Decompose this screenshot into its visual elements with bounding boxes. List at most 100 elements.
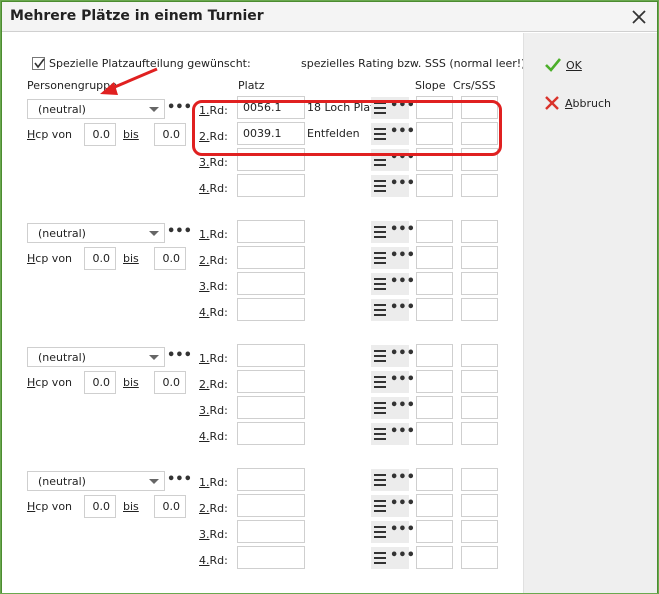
- round-label: 4.Rd:: [199, 554, 228, 567]
- crs-sss-input[interactable]: [461, 272, 498, 295]
- platz-code-input[interactable]: [237, 246, 305, 269]
- round-number: 4.: [199, 430, 210, 443]
- platz-menu-button[interactable]: •••: [371, 495, 415, 517]
- round-label-text: Rd:: [209, 306, 228, 319]
- chevron-down-icon: [149, 479, 159, 484]
- round-number: 3.: [199, 528, 210, 541]
- platz-menu-button[interactable]: •••: [371, 521, 415, 543]
- crs-sss-input[interactable]: [461, 174, 498, 197]
- personengruppe-select[interactable]: (neutral): [27, 223, 165, 243]
- round-label-text: Rd:: [209, 156, 228, 169]
- slope-input[interactable]: [416, 396, 453, 419]
- platz-menu-button[interactable]: •••: [371, 273, 415, 295]
- personengruppe-more-button[interactable]: •••: [167, 347, 192, 367]
- personengruppe-more-button[interactable]: •••: [167, 471, 192, 491]
- platz-code-input[interactable]: [237, 272, 305, 295]
- menu-icon: [374, 180, 386, 195]
- platz-menu-button[interactable]: •••: [371, 371, 415, 393]
- more-icon: •••: [390, 372, 415, 387]
- platz-code-input[interactable]: [237, 344, 305, 367]
- hcp-von-input[interactable]: 0.0: [84, 495, 116, 518]
- hcp-bis-input[interactable]: 0.0: [154, 247, 186, 270]
- platz-code-input[interactable]: [237, 220, 305, 243]
- crs-sss-input[interactable]: [461, 344, 498, 367]
- hcp-von-label: Hcp von: [27, 252, 72, 265]
- platz-menu-button[interactable]: •••: [371, 299, 415, 321]
- round-label: 3.Rd:: [199, 156, 228, 169]
- round-label-text: Rd:: [209, 182, 228, 195]
- slope-input[interactable]: [416, 546, 453, 569]
- slope-input[interactable]: [416, 422, 453, 445]
- crs-sss-input[interactable]: [461, 546, 498, 569]
- slope-input[interactable]: [416, 272, 453, 295]
- special-split-checkbox[interactable]: [32, 57, 45, 70]
- hcp-bis-input[interactable]: 0.0: [154, 371, 186, 394]
- more-icon: •••: [390, 496, 415, 511]
- hcp-von-label-rest: cp von: [35, 500, 73, 513]
- crs-sss-input[interactable]: [461, 220, 498, 243]
- round-label-text: Rd:: [209, 476, 228, 489]
- crs-sss-input[interactable]: [461, 494, 498, 517]
- hcp-von-label: Hcp von: [27, 500, 72, 513]
- platz-menu-button[interactable]: •••: [371, 547, 415, 569]
- crs-sss-input[interactable]: [461, 520, 498, 543]
- platz-menu-button[interactable]: •••: [371, 423, 415, 445]
- platz-code-input[interactable]: [237, 370, 305, 393]
- hcp-von-input[interactable]: 0.0: [84, 371, 116, 394]
- slope-input[interactable]: [416, 174, 453, 197]
- personengruppe-more-button[interactable]: •••: [167, 99, 192, 119]
- hcp-von-input[interactable]: 0.0: [84, 247, 116, 270]
- slope-input[interactable]: [416, 344, 453, 367]
- round-label-text: Rd:: [209, 280, 228, 293]
- platz-code-input[interactable]: [237, 422, 305, 445]
- crs-sss-input[interactable]: [461, 468, 498, 491]
- platz-code-input[interactable]: [237, 546, 305, 569]
- platz-code-input[interactable]: [237, 520, 305, 543]
- crs-sss-input[interactable]: [461, 396, 498, 419]
- rating-label: spezielles Rating bzw. SSS (normal leer!…: [301, 57, 530, 70]
- hcp-von-label: Hcp von: [27, 128, 72, 141]
- platz-menu-button[interactable]: •••: [371, 397, 415, 419]
- menu-icon: [374, 226, 386, 241]
- personengruppe-value: (neutral): [38, 103, 86, 116]
- platz-code-input[interactable]: [237, 298, 305, 321]
- platz-code-input[interactable]: [237, 396, 305, 419]
- menu-icon: [374, 428, 386, 443]
- crs-sss-header: Crs/SSS: [453, 79, 496, 92]
- personengruppe-more-button[interactable]: •••: [167, 223, 192, 243]
- crs-sss-input[interactable]: [461, 370, 498, 393]
- hcp-von-input[interactable]: 0.0: [84, 123, 116, 146]
- platz-menu-button[interactable]: •••: [371, 175, 415, 197]
- slope-input[interactable]: [416, 468, 453, 491]
- platz-menu-button[interactable]: •••: [371, 469, 415, 491]
- platz-menu-button[interactable]: •••: [371, 345, 415, 367]
- ok-button[interactable]: OK: [544, 57, 582, 73]
- crs-sss-input[interactable]: [461, 298, 498, 321]
- dialog-window: Mehrere Plätze in einem Turnier Speziell…: [1, 1, 658, 593]
- hcp-bis-label: bis: [123, 500, 139, 513]
- personengruppe-select[interactable]: (neutral): [27, 471, 165, 491]
- platz-code-input[interactable]: [237, 494, 305, 517]
- slope-input[interactable]: [416, 494, 453, 517]
- slope-input[interactable]: [416, 246, 453, 269]
- more-icon: •••: [390, 522, 415, 537]
- more-icon: •••: [390, 398, 415, 413]
- menu-icon: [374, 474, 386, 489]
- crs-sss-input[interactable]: [461, 422, 498, 445]
- personengruppe-select[interactable]: (neutral): [27, 347, 165, 367]
- more-icon: •••: [390, 470, 415, 485]
- slope-input[interactable]: [416, 298, 453, 321]
- platz-menu-button[interactable]: •••: [371, 221, 415, 243]
- crs-sss-input[interactable]: [461, 246, 498, 269]
- hcp-bis-input[interactable]: 0.0: [154, 495, 186, 518]
- hcp-bis-input[interactable]: 0.0: [154, 123, 186, 146]
- slope-input[interactable]: [416, 370, 453, 393]
- close-button[interactable]: [627, 5, 651, 29]
- platz-code-input[interactable]: [237, 468, 305, 491]
- round-number: 3.: [199, 156, 210, 169]
- cancel-button[interactable]: Abbruch: [544, 95, 611, 111]
- slope-input[interactable]: [416, 520, 453, 543]
- slope-input[interactable]: [416, 220, 453, 243]
- platz-menu-button[interactable]: •••: [371, 247, 415, 269]
- platz-code-input[interactable]: [237, 174, 305, 197]
